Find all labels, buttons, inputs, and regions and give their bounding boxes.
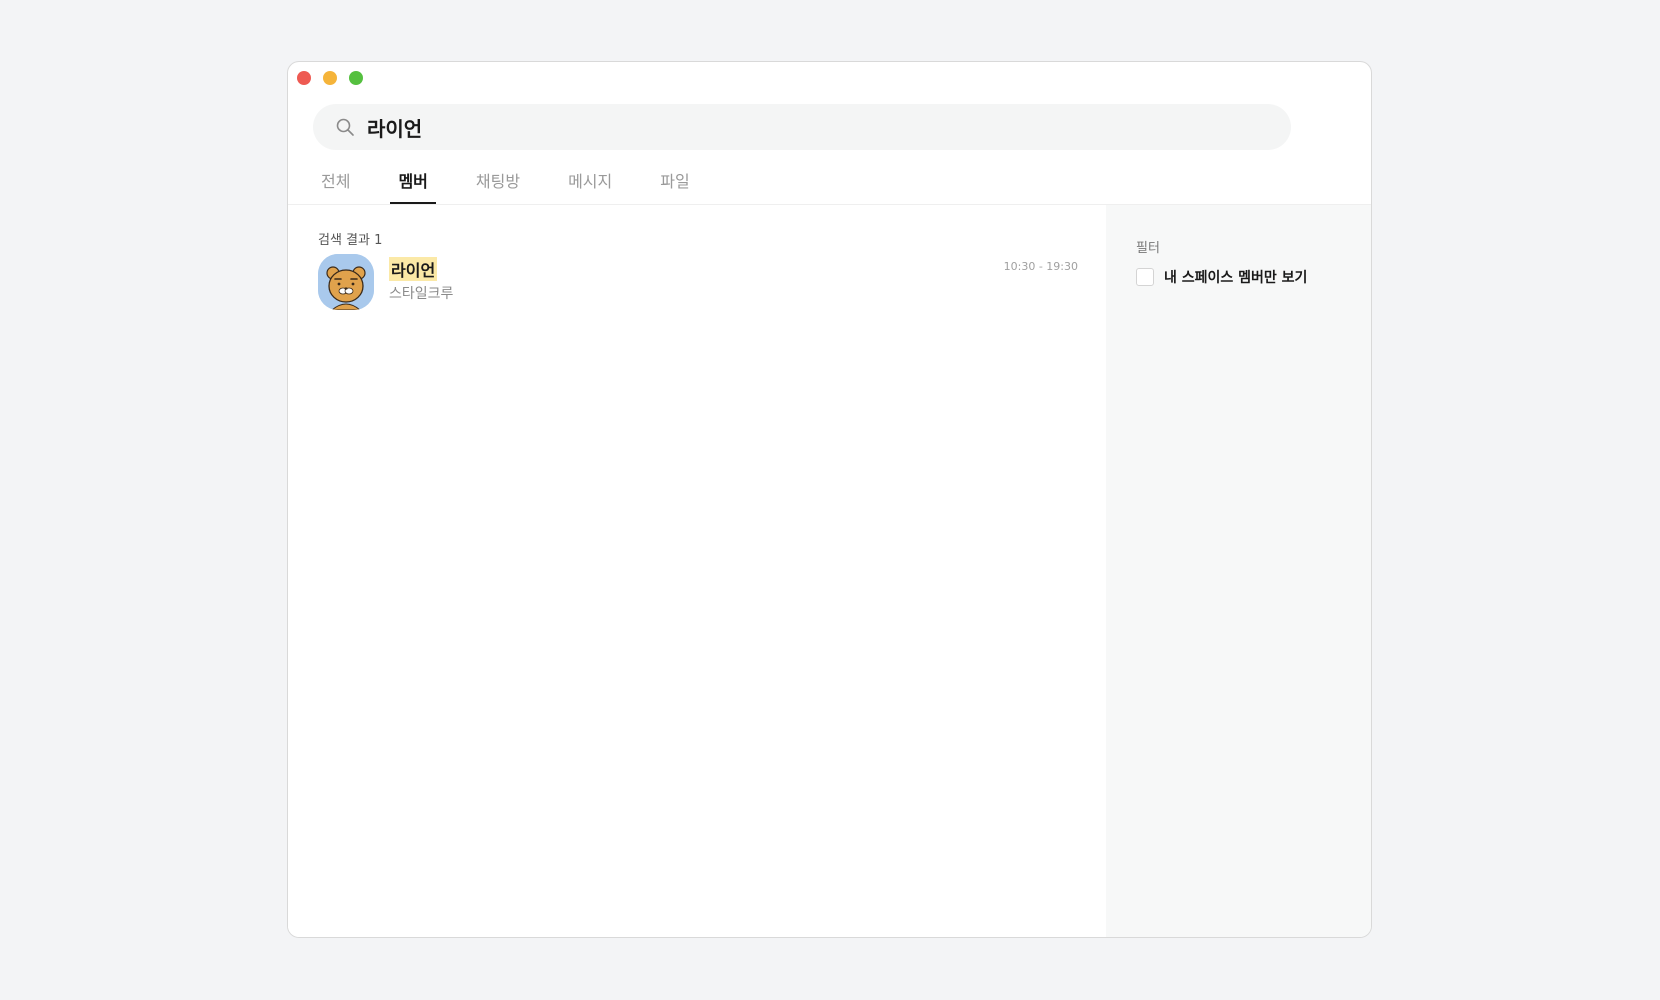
maximize-window-button[interactable] <box>349 71 363 85</box>
search-input[interactable] <box>367 115 1247 139</box>
search-bar <box>313 104 1291 150</box>
member-name: 라이언 <box>389 257 438 281</box>
filter-option-label: 내 스페이스 멤버만 보기 <box>1164 270 1308 286</box>
tab-all[interactable]: 전체 <box>313 162 358 198</box>
search-icon <box>335 117 355 137</box>
filter-title: 필터 <box>1136 241 1160 256</box>
my-space-members-checkbox[interactable] <box>1136 268 1154 286</box>
member-team: 스타일크루 <box>389 286 454 302</box>
lion-character-avatar <box>318 254 374 310</box>
member-result-row[interactable]: 라이언 스타일크루 10:30 - 19:30 <box>318 254 1078 312</box>
tab-chatrooms[interactable]: 채팅방 <box>468 162 528 198</box>
search-category-tabs: 전체 멤버 채팅방 메시지 파일 <box>313 162 730 204</box>
my-space-members-filter[interactable]: 내 스페이스 멤버만 보기 <box>1136 267 1307 287</box>
result-count: 검색 결과 1 <box>318 233 383 248</box>
tab-files[interactable]: 파일 <box>652 162 697 198</box>
search-window: 전체 멤버 채팅방 메시지 파일 검색 결과 1 <box>287 61 1372 938</box>
member-working-hours: 10:30 - 19:30 <box>1003 260 1078 273</box>
tab-messages[interactable]: 메시지 <box>560 162 620 198</box>
results-panel: 검색 결과 1 라이언 스타일크루 10:30 - 19:30 <box>288 205 1106 937</box>
tab-members[interactable]: 멤버 <box>390 162 437 204</box>
minimize-window-button[interactable] <box>323 71 337 85</box>
close-window-button[interactable] <box>297 71 311 85</box>
title-bar <box>288 62 1371 92</box>
filter-panel: 필터 내 스페이스 멤버만 보기 <box>1106 205 1371 937</box>
